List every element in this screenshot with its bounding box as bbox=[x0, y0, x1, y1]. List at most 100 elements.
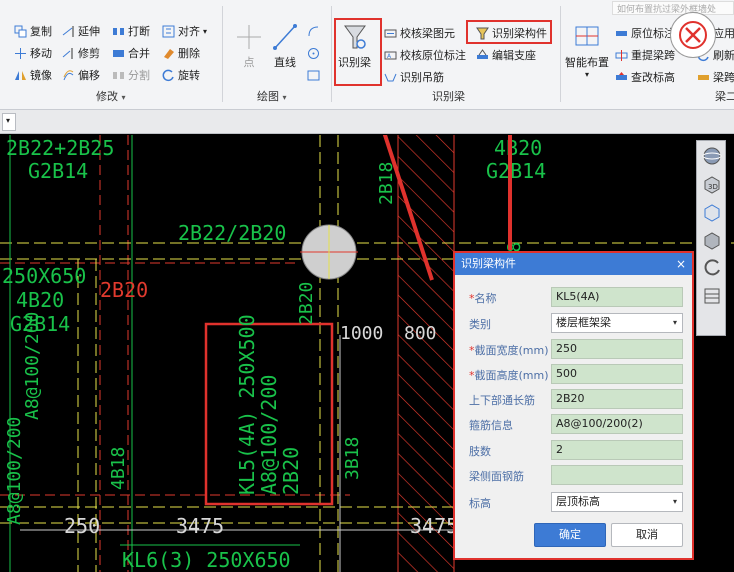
field-row-category: 类别 楼层框架梁 ▾ bbox=[455, 313, 692, 333]
extend-button[interactable]: 延伸 bbox=[62, 22, 100, 40]
cad-label: A8@100/200 bbox=[4, 417, 25, 525]
identify-beam-member-highlight bbox=[466, 20, 552, 44]
layer-combo[interactable]: ▾ bbox=[2, 113, 16, 131]
trim-label: 修剪 bbox=[78, 47, 100, 60]
merge-button[interactable]: 合并 bbox=[112, 44, 150, 62]
apply-label: 应用 bbox=[713, 27, 734, 40]
modify-group-label[interactable]: 修改 ▾ bbox=[96, 88, 126, 104]
cad-label: 2B20 bbox=[100, 278, 148, 302]
edit-support-button[interactable]: 编辑支座 bbox=[476, 46, 536, 64]
re-extract-span-button[interactable]: 重提梁跨 bbox=[615, 46, 675, 64]
line-icon bbox=[271, 22, 299, 52]
re-extract-icon bbox=[615, 49, 628, 62]
cad-label: 3475 bbox=[410, 514, 458, 538]
rect-button[interactable] bbox=[307, 66, 320, 84]
draw-group-label[interactable]: 绘图 ▾ bbox=[257, 88, 287, 104]
check-beam-drawing-button[interactable]: 校核梁图元 bbox=[384, 24, 455, 42]
field-row-elevation: 标高 层顶标高 ▾ bbox=[455, 492, 692, 512]
dialog-close-icon[interactable]: × bbox=[676, 253, 686, 275]
svg-text:3D: 3D bbox=[708, 183, 718, 191]
cad-label: 3475 bbox=[176, 514, 224, 538]
smart-layout-label: 智能布置 bbox=[565, 56, 609, 69]
origin-annotation-icon bbox=[615, 27, 628, 40]
break-button[interactable]: 打断 bbox=[112, 22, 150, 40]
elevation-icon bbox=[615, 71, 628, 84]
field-label: 类别 bbox=[469, 318, 491, 331]
check-origin-annotation-label: 校核原位标注 bbox=[400, 49, 466, 62]
cad-label: 2B22/2B20 bbox=[178, 221, 286, 245]
circle-button[interactable] bbox=[307, 44, 320, 62]
origin-annotation-button[interactable]: 原位标注 bbox=[615, 24, 675, 42]
draw-group: 点 直线 绘图 ▾ bbox=[223, 2, 331, 106]
field-row-stirrup: 箍筋信息 A8@100/200(2) bbox=[455, 414, 692, 434]
split-icon bbox=[112, 69, 125, 82]
name-field[interactable]: KL5(4A) bbox=[551, 287, 683, 307]
break-icon bbox=[112, 25, 125, 38]
identify-hanger-bar-button[interactable]: 识别吊筋 bbox=[384, 68, 444, 86]
rotate-button[interactable]: 旋转 bbox=[162, 66, 200, 84]
cad-label: 2B20 bbox=[296, 282, 317, 325]
extend-icon bbox=[62, 25, 75, 38]
cad-label: KL5(4A) 250X500 bbox=[235, 314, 259, 495]
smart-layout-dropdown-icon: ▾ bbox=[584, 70, 589, 79]
offset-button[interactable]: 偏移 bbox=[62, 66, 100, 84]
copy-button[interactable]: 复制 bbox=[14, 22, 52, 40]
origin-annotation-label: 原位标注 bbox=[631, 27, 675, 40]
check-elevation-button[interactable]: 查改标高 bbox=[615, 68, 675, 86]
rotate-view-icon[interactable] bbox=[701, 257, 723, 279]
chevron-down-icon: ▾ bbox=[672, 318, 677, 327]
field-row-height: *截面高度(mm) 500 bbox=[455, 364, 692, 384]
globe-icon[interactable] bbox=[701, 145, 723, 167]
check-origin-annotation-button[interactable]: A 校核原位标注 bbox=[384, 46, 466, 64]
beam-span-button[interactable]: 梁跨 bbox=[697, 68, 734, 86]
elevation-select[interactable]: 层顶标高 ▾ bbox=[551, 492, 683, 512]
check-elevation-label: 查改标高 bbox=[631, 71, 675, 84]
cad-label: 2B20 bbox=[279, 447, 303, 495]
align-button[interactable]: 对齐 ▾ bbox=[162, 22, 207, 40]
merge-icon bbox=[112, 47, 125, 60]
trim-button[interactable]: 修剪 bbox=[62, 44, 100, 62]
field-row-width: *截面宽度(mm) 250 bbox=[455, 339, 692, 359]
cad-label: A8@100/200 bbox=[257, 375, 281, 495]
side-bars-field[interactable] bbox=[551, 465, 683, 485]
smart-layout-button[interactable]: 智能布置 ▾ bbox=[565, 22, 609, 79]
3d-view-icon[interactable]: 3D bbox=[701, 173, 723, 195]
merge-label: 合并 bbox=[128, 47, 150, 60]
split-button[interactable]: 分割 bbox=[112, 66, 150, 84]
through-bars-field[interactable]: 2B20 bbox=[551, 389, 683, 409]
legs-field[interactable]: 2 bbox=[551, 440, 683, 460]
check-annotation-icon: A bbox=[384, 49, 397, 62]
cad-label: 1000 bbox=[340, 323, 383, 344]
field-label: 梁侧面钢筋 bbox=[469, 470, 524, 483]
ok-button[interactable]: 确定 bbox=[534, 523, 606, 547]
mirror-icon bbox=[14, 69, 27, 82]
hanger-bar-icon bbox=[384, 71, 397, 84]
move-button[interactable]: 移动 bbox=[14, 44, 52, 62]
move-icon bbox=[14, 47, 27, 60]
mirror-label: 镜像 bbox=[30, 69, 52, 82]
rectangle-icon bbox=[307, 69, 320, 82]
point-button[interactable]: 点 bbox=[235, 22, 263, 70]
beam-group-2-label: 梁二 bbox=[715, 90, 734, 103]
modify-group: 复制 延伸 打断 对齐 ▾ 移动 修剪 合并 删除 镜像 偏移 分割 旋转 修改… bbox=[0, 2, 222, 106]
arc-button[interactable] bbox=[307, 22, 320, 40]
align-dropdown-icon: ▾ bbox=[203, 26, 208, 36]
cancel-button[interactable]: 取消 bbox=[611, 523, 683, 547]
cube-view-icon[interactable] bbox=[701, 201, 723, 223]
section-width-field[interactable]: 250 bbox=[551, 339, 683, 359]
identify-beam-group-label: 识别梁 bbox=[432, 90, 465, 103]
dialog-title: 识别梁构件 bbox=[455, 253, 692, 275]
delete-button[interactable]: 删除 bbox=[162, 44, 200, 62]
field-row-legs: 肢数 2 bbox=[455, 440, 692, 460]
close-icon[interactable] bbox=[670, 12, 716, 58]
mirror-button[interactable]: 镜像 bbox=[14, 66, 52, 84]
line-button[interactable]: 直线 bbox=[271, 22, 299, 70]
cad-label: A8@100/200 bbox=[22, 312, 43, 420]
cad-label: 3B18 bbox=[342, 437, 363, 480]
category-select[interactable]: 楼层框架梁 ▾ bbox=[551, 313, 683, 333]
section-height-field[interactable]: 500 bbox=[551, 364, 683, 384]
stirrup-field[interactable]: A8@100/200(2) bbox=[551, 414, 683, 434]
zoom-window-icon[interactable] bbox=[701, 285, 723, 307]
cube-side-icon[interactable] bbox=[701, 229, 723, 251]
re-extract-span-label: 重提梁跨 bbox=[631, 49, 675, 62]
